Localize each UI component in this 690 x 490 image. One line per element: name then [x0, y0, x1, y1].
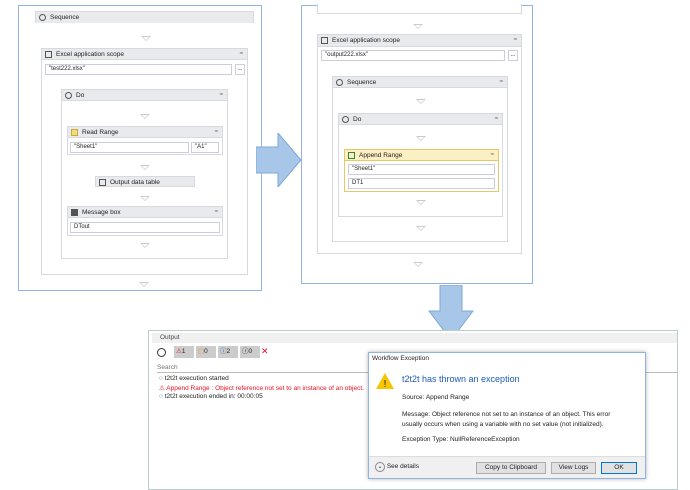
read-range-title: Read Range — [82, 129, 119, 136]
log-text: t2t2t execution started — [164, 375, 229, 382]
right-arrow-icon — [256, 133, 302, 187]
append-range-icon — [348, 152, 355, 159]
collapse-icon[interactable]: ≈ — [514, 35, 517, 46]
copy-to-clipboard-button[interactable]: Copy to Clipboard — [476, 462, 546, 474]
drop-arrow-icon — [141, 36, 151, 41]
ok-button[interactable]: OK — [601, 462, 637, 474]
collapse-icon[interactable]: ≈ — [240, 49, 243, 60]
chevron-down-icon: ⌄ — [375, 462, 385, 472]
drop-arrow-icon — [413, 262, 423, 267]
message-box-icon — [71, 209, 78, 216]
right-workflow-panel: Excel application scope ≈ "output222.xlsx… — [301, 4, 533, 284]
append-range-title: Append Range — [359, 152, 403, 159]
drop-arrow-icon — [416, 226, 426, 231]
do-title: Do — [76, 92, 85, 99]
datatable-input[interactable]: DT1 — [348, 178, 495, 189]
excel-scope-activity[interactable]: Excel application scope ≈ "output222.xlsx… — [317, 34, 522, 254]
warnings-filter-button[interactable]: ▢0 — [196, 346, 216, 358]
sheet-name-input[interactable]: "Sheet1" — [70, 142, 189, 153]
do-title: Do — [353, 116, 362, 123]
exception-message: Message: Object reference not set to an … — [402, 411, 611, 428]
left-workflow-panel: Sequence Excel application scope ≈ "test2… — [18, 5, 262, 291]
sequence-icon — [342, 116, 349, 123]
workflow-exception-dialog: Workflow Exception ! t2t2t has thrown an… — [368, 352, 646, 479]
trace-count: 0 — [248, 348, 253, 355]
exception-type: Exception Type: NullReferenceException — [402, 436, 520, 443]
drop-arrow-icon — [413, 24, 423, 29]
log-text: Append Range : Object reference not set … — [166, 385, 364, 392]
workbook-path-input[interactable]: "output222.xlsx" — [321, 50, 505, 61]
errors-filter-button[interactable]: ⚠1 — [174, 346, 194, 358]
see-details-label: See details — [386, 463, 419, 470]
excel-icon — [45, 51, 52, 58]
read-range-icon — [71, 129, 78, 136]
read-range-activity[interactable]: Read Range ≈ "Sheet1" "A1" — [67, 126, 223, 155]
sequence-title: Sequence — [347, 79, 377, 86]
collapse-icon[interactable]: ≈ — [495, 114, 498, 125]
exception-source: Source: Append Range — [402, 394, 470, 401]
errors-count: 1 — [181, 348, 186, 355]
sequence-icon — [65, 92, 72, 99]
log-entry[interactable]: ⚠ Append Range : Object reference not se… — [159, 384, 364, 392]
collapse-icon[interactable]: ≈ — [500, 77, 503, 88]
workbook-path-input[interactable]: "test222.xlsx" — [45, 64, 232, 75]
trace-filter-button[interactable]: ⓘ0 — [240, 346, 260, 358]
do-activity[interactable]: Do ≈ Read Range ≈ "Sheet1" "A1" Output dat… — [61, 89, 228, 259]
log-entry[interactable]: ○ t2t2t execution started — [159, 375, 229, 382]
append-range-activity[interactable]: Append Range ≈ "Sheet1" DT1 — [344, 149, 499, 192]
message-box-activity[interactable]: Message box ≈ DTout — [67, 206, 223, 236]
output-data-table-title: Output data table — [110, 179, 160, 186]
range-input[interactable]: "A1" — [191, 142, 219, 153]
dialog-heading: t2t2t has thrown an exception — [402, 374, 520, 384]
sequence-icon — [39, 14, 46, 21]
browse-button[interactable]: ... — [508, 50, 518, 61]
output-title: Output — [152, 333, 677, 343]
excel-icon — [321, 37, 328, 44]
warnings-count: 0 — [204, 348, 208, 355]
collapse-icon[interactable]: ≈ — [215, 207, 218, 218]
excel-scope-title: Excel application scope — [332, 37, 400, 44]
drop-arrow-icon — [140, 114, 150, 119]
collapse-icon[interactable]: ≈ — [220, 90, 223, 101]
drop-arrow-icon — [140, 243, 150, 248]
message-text-input[interactable]: DTout — [70, 222, 220, 233]
log-entry[interactable]: ○ t2t2t execution ended in: 00:00:05 — [159, 393, 263, 400]
previous-activity[interactable] — [317, 4, 522, 14]
info-filter-button[interactable]: ⓘ2 — [218, 346, 238, 358]
dialog-title: Workflow Exception — [372, 355, 429, 362]
sequence-activity[interactable]: Sequence — [35, 11, 254, 23]
drop-arrow-icon — [416, 136, 426, 141]
collapse-icon[interactable]: ≈ — [491, 150, 494, 161]
do-activity[interactable]: Do ≈ Append Range ≈ "Sheet1" DT1 — [338, 113, 503, 217]
browse-button[interactable]: ... — [235, 64, 245, 75]
svg-text:!: ! — [384, 379, 387, 390]
view-logs-button[interactable]: View Logs — [551, 462, 596, 474]
info-count: 2 — [226, 348, 231, 355]
sequence-activity[interactable]: Sequence ≈ Do ≈ Append Range ≈ "Sheet1" DT1 — [332, 76, 508, 242]
sequence-icon — [336, 79, 343, 86]
drop-arrow-icon — [140, 165, 150, 170]
message-box-title: Message box — [82, 209, 121, 216]
drop-arrow-icon — [140, 196, 150, 201]
dialog-footer: ⌄ See details Copy to Clipboard View Log… — [369, 456, 645, 478]
log-text: t2t2t execution ended in: 00:00:05 — [164, 393, 263, 400]
drop-arrow-icon — [416, 99, 426, 104]
warning-icon: ! — [376, 373, 394, 390]
sheet-name-input[interactable]: "Sheet1" — [348, 164, 495, 175]
drop-arrow-icon — [139, 282, 149, 287]
sequence-title: Sequence — [50, 14, 80, 21]
data-table-icon — [99, 179, 106, 186]
clear-icon[interactable]: ✕ — [261, 346, 269, 357]
collapse-icon[interactable]: ≈ — [215, 127, 218, 138]
output-data-table-activity[interactable]: Output data table — [95, 176, 195, 187]
clock-icon[interactable] — [157, 348, 166, 357]
excel-scope-activity[interactable]: Excel application scope ≈ "test222.xlsx" … — [41, 48, 248, 275]
drop-arrow-icon — [416, 200, 426, 205]
excel-scope-title: Excel application scope — [56, 51, 124, 58]
see-details-button[interactable]: ⌄ See details — [375, 462, 419, 472]
